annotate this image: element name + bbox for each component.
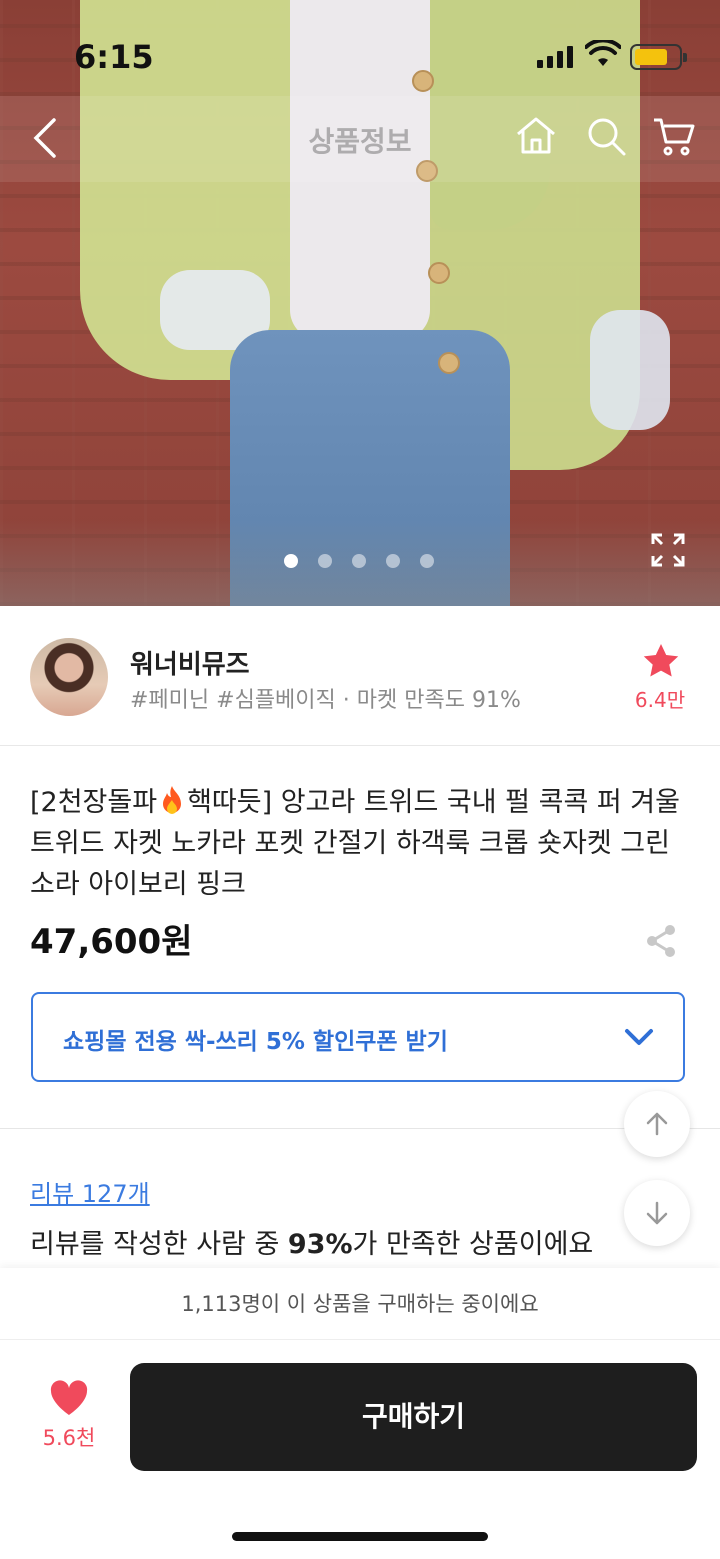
jacket-button <box>428 262 450 284</box>
chevron-down-icon <box>625 1029 653 1045</box>
review-satisfaction-percent: 93% <box>287 1229 353 1260</box>
seller-avatar[interactable] <box>30 638 108 716</box>
review-count-link[interactable]: 리뷰 127개 <box>30 1174 150 1209</box>
home-icon[interactable] <box>514 114 558 158</box>
favorite-count: 6.4만 <box>634 688 686 712</box>
purchase-bar: 1,113명이 이 상품을 구매하는 중이에요 5.6천 구매하기 <box>0 1268 720 1559</box>
home-indicator <box>232 1532 488 1541</box>
jacket-button <box>438 352 460 374</box>
battery-icon <box>630 44 687 70</box>
product-title: [2천장돌파 핵따듯] 앙고라 트위드 국내 펄 콕콕 퍼 겨울 트위드 자켓 … <box>30 782 690 905</box>
carousel-pagination <box>284 554 434 568</box>
arrow-down-icon <box>646 1201 668 1225</box>
star-icon[interactable] <box>642 642 680 680</box>
coupon-button[interactable]: 쇼핑몰 전용 싹-쓰리 5% 할인쿠폰 받기 <box>31 992 685 1082</box>
section-divider <box>0 1128 720 1129</box>
cart-icon[interactable] <box>652 114 696 158</box>
product-price: 47,600원 <box>30 922 193 962</box>
cellular-signal-icon <box>537 46 573 68</box>
review-summary-suffix: 가 만족한 상품이에요 <box>352 1229 594 1260</box>
product-title-prefix: [2천장돌파 <box>30 787 158 818</box>
wifi-icon <box>585 40 621 66</box>
like-button[interactable]: 5.6천 <box>36 1380 102 1452</box>
seller-info[interactable]: 워너비뮤즈 #페미닌 #심플베이직 · 마켓 만족도 91% 6.4만 <box>0 606 720 746</box>
like-count: 5.6천 <box>42 1426 96 1450</box>
carousel-dot[interactable] <box>284 554 298 568</box>
carousel-dot[interactable] <box>318 554 332 568</box>
carousel-dot[interactable] <box>386 554 400 568</box>
coupon-label: 쇼핑몰 전용 싹-쓰리 5% 할인쿠폰 받기 <box>63 1029 448 1055</box>
fire-icon <box>157 785 187 817</box>
carousel-dot[interactable] <box>352 554 366 568</box>
heart-icon <box>50 1380 88 1415</box>
arrow-up-icon <box>646 1112 668 1136</box>
scroll-down-button[interactable] <box>624 1180 690 1246</box>
review-summary-prefix: 리뷰를 작성한 사람 중 <box>30 1229 288 1260</box>
status-bar: 6:15 <box>0 0 720 110</box>
carousel-dot[interactable] <box>420 554 434 568</box>
scroll-up-button[interactable] <box>624 1091 690 1157</box>
seller-tags: #페미닌 #심플베이직 · 마켓 만족도 91% <box>130 688 521 713</box>
hero-photo-detail <box>590 310 670 430</box>
share-icon[interactable] <box>644 924 678 958</box>
search-icon[interactable] <box>584 114 628 158</box>
expand-icon[interactable] <box>650 532 686 568</box>
top-nav-bar: 상품정보 <box>0 96 720 182</box>
buyers-notice: 1,113명이 이 상품을 구매하는 중이에요 <box>0 1268 720 1340</box>
seller-name[interactable]: 워너비뮤즈 <box>130 644 250 681</box>
status-time: 6:15 <box>74 38 154 76</box>
review-summary: 리뷰를 작성한 사람 중 93%가 만족한 상품이에요 <box>30 1222 593 1261</box>
buy-button[interactable]: 구매하기 <box>130 1363 697 1471</box>
